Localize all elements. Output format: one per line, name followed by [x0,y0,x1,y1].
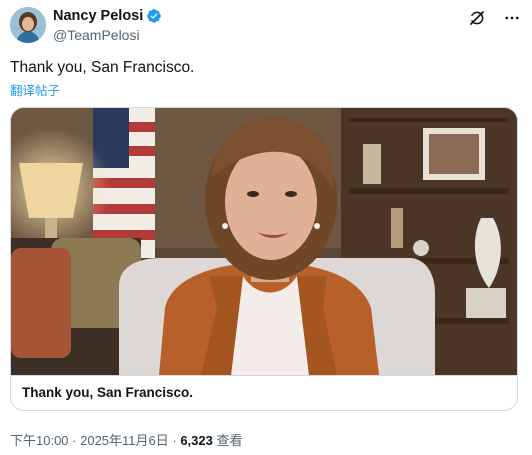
views-label: 查看 [212,433,243,448]
meta-separator: · [168,433,181,448]
verified-badge-icon[interactable] [146,8,162,24]
grok-icon[interactable] [467,8,487,28]
avatar[interactable] [10,7,46,43]
video-player[interactable] [11,108,517,375]
meta-separator: · [68,433,81,448]
post-time[interactable]: 下午10:00 [10,433,69,448]
author-display-name[interactable]: Nancy Pelosi [53,7,143,25]
post-meta: 下午10:00 · 2025年11月6日 · 6,323 查看 [10,430,243,449]
translate-post-link[interactable]: 翻译帖子 [10,80,60,99]
video-card[interactable]: Thank you, San Francisco. [10,107,518,411]
avatar-image [10,7,46,43]
post-actions-top [467,8,522,28]
author-handle[interactable]: @TeamPelosi [53,27,140,43]
post-text: Thank you, San Francisco. [10,59,195,76]
post-date[interactable]: 2025年11月6日 [80,433,169,448]
video-card-title[interactable]: Thank you, San Francisco. [11,375,517,410]
video-thumbnail [11,108,517,375]
more-horizontal-icon[interactable] [502,8,522,28]
view-count: 6,323 [180,433,213,448]
author-name-row: Nancy Pelosi [53,7,162,25]
